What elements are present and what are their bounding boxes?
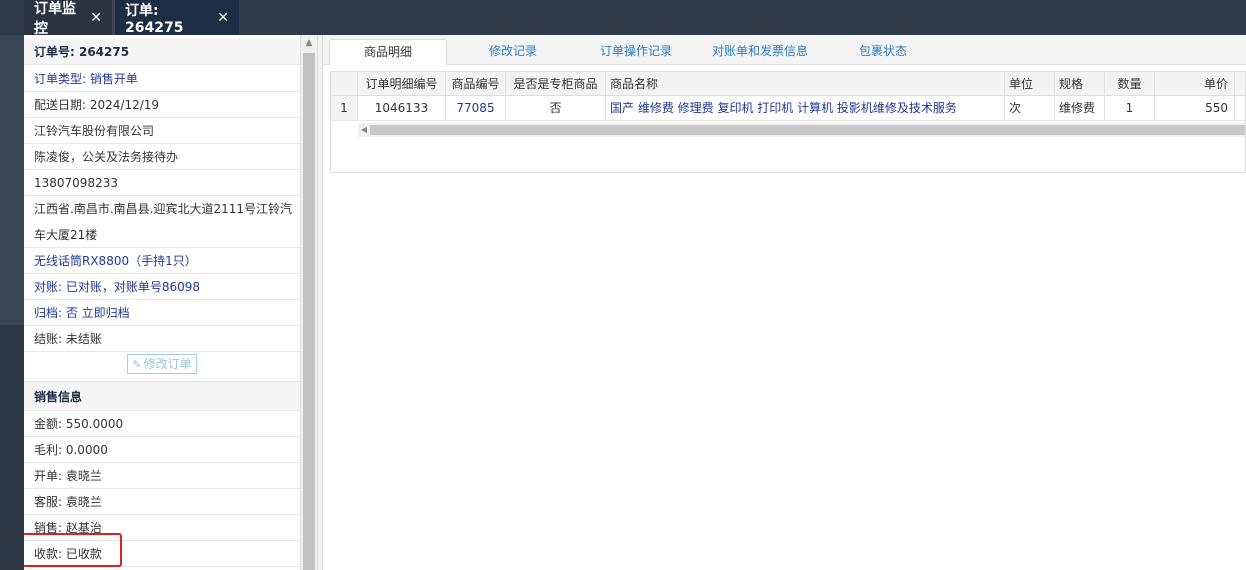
archive-status[interactable]: 归档: 否 立即归档	[24, 300, 300, 326]
top-tab-bar: 订单监控 ✕ 订单: 264275 ✕	[0, 0, 1246, 37]
address-line-2: 车大厦21楼	[24, 222, 300, 248]
nav-block	[0, 35, 24, 325]
column-header-index	[331, 72, 358, 96]
tab-product-details[interactable]: 商品明细	[329, 39, 447, 65]
cell-filler	[1235, 96, 1245, 121]
tab-package-status[interactable]: 包裹状态	[835, 39, 931, 65]
column-header-unit-price[interactable]: 单价	[1155, 72, 1235, 96]
cell-quantity: 1	[1105, 96, 1155, 121]
tab-label: 订单监控	[34, 0, 76, 37]
delivery-date: 配送日期: 2024/12/19	[24, 92, 300, 118]
tab-order-detail[interactable]: 订单: 264275 ✕	[115, 0, 239, 36]
scrollbar-thumb[interactable]	[303, 53, 315, 570]
address-line-1: 江西省.南昌市.南昌县.迎宾北大道2111号江铃汽	[34, 202, 292, 216]
company-name: 江铃汽车股份有限公司	[24, 118, 300, 144]
row-index: 1	[331, 96, 358, 121]
cell-product-id[interactable]: 77085	[446, 96, 506, 121]
cell-unit-price: 550	[1155, 96, 1235, 121]
column-header-detail-id[interactable]: 订单明细编号	[358, 72, 446, 96]
close-icon[interactable]: ✕	[217, 10, 229, 26]
settle-status: 结账: 未结账	[24, 326, 300, 352]
sales-profit: 毛利: 0.0000	[24, 437, 300, 463]
column-header-unit[interactable]: 单位	[1005, 72, 1055, 96]
sales-service: 客服: 袁晓兰	[24, 489, 300, 515]
column-header-filler	[1235, 72, 1245, 96]
edit-order-button[interactable]: ✎ 修改订单	[127, 354, 197, 374]
scroll-up-icon[interactable]: ▲	[301, 35, 317, 51]
left-panel-scrollbar[interactable]: ▲	[301, 35, 317, 570]
tab-operation-log[interactable]: 订单操作记录	[581, 39, 691, 65]
order-detail-content: 商品明细 修改记录 订单操作记录 对账单和发票信息 包裹状态 订单明细编号 商品…	[323, 35, 1246, 570]
order-number: 订单号: 264275	[24, 39, 300, 65]
highlight-box	[24, 533, 122, 567]
sales-info-header: 销售信息	[24, 381, 300, 411]
column-header-product-name[interactable]: 商品名称	[606, 72, 1005, 96]
column-header-quantity[interactable]: 数量	[1105, 72, 1155, 96]
close-icon[interactable]: ✕	[90, 10, 102, 26]
sales-opener: 开单: 袁晓兰	[24, 463, 300, 489]
column-header-counter-product[interactable]: 是否是专柜商品	[506, 72, 606, 96]
tab-modification-log[interactable]: 修改记录	[463, 39, 563, 65]
cell-counter-product: 否	[506, 96, 606, 121]
left-nav-strip	[0, 35, 24, 570]
cell-product-name[interactable]: 国产 维修费 修理费 复印机 打印机 计算机 投影机维修及技术服务	[606, 96, 1005, 121]
edit-order-label: 修改订单	[143, 357, 192, 371]
scroll-left-icon[interactable]: ◀	[358, 123, 370, 137]
column-header-product-id[interactable]: 商品编号	[446, 72, 506, 96]
table-horizontal-scrollbar[interactable]: ◀	[358, 123, 1245, 137]
product-table: 订单明细编号 商品编号 是否是专柜商品 商品名称 单位 规格 数量 单价 1 1…	[330, 71, 1246, 173]
phone-number: 13807098233	[24, 170, 300, 196]
contact-person: 陈凌俊，公关及法务接待办	[24, 144, 300, 170]
cell-spec: 维修费	[1055, 96, 1105, 121]
tab-label: 订单: 264275	[125, 2, 184, 36]
order-info-panel: 订单号: 264275 订单类型: 销售开单 配送日期: 2024/12/19 …	[24, 35, 301, 570]
scrollbar-thumb[interactable]	[370, 125, 1245, 135]
tab-invoice-info[interactable]: 对账单和发票信息	[695, 39, 825, 65]
cell-detail-id: 1046133	[358, 96, 446, 121]
edit-icon: ✎	[132, 358, 142, 371]
reconcile-status[interactable]: 对账: 已对账，对账单号86098	[24, 274, 300, 300]
content-tabs: 商品明细 修改记录 订单操作记录 对账单和发票信息 包裹状态	[323, 35, 1246, 65]
column-header-spec[interactable]: 规格	[1055, 72, 1105, 96]
cell-unit: 次	[1005, 96, 1055, 121]
sales-amount: 金额: 550.0000	[24, 411, 300, 437]
order-type: 订单类型: 销售开单	[24, 66, 300, 92]
device-info[interactable]: 无线话筒RX8800（手持1只）	[24, 248, 300, 274]
tab-order-monitor[interactable]: 订单监控 ✕	[24, 0, 112, 37]
